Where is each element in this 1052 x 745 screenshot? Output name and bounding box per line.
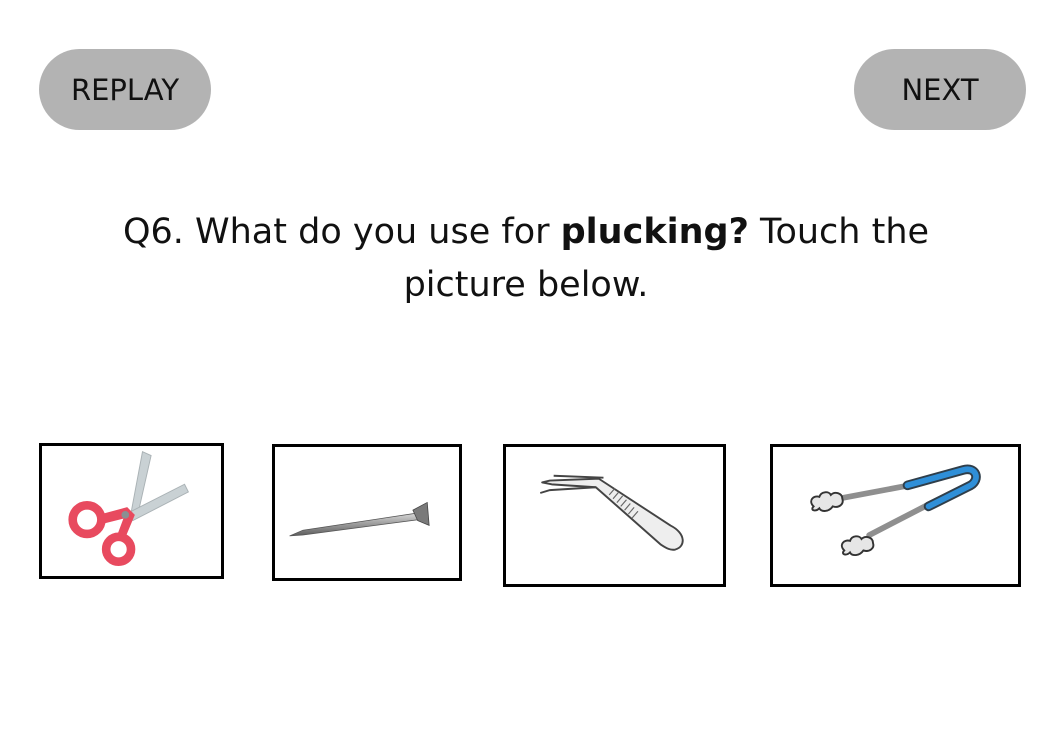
- tongs-icon: [810, 464, 981, 556]
- choice-tweezers[interactable]: [503, 444, 726, 587]
- choice-tongs[interactable]: [770, 444, 1021, 587]
- question-prefix: Q6. What do you use for: [122, 212, 561, 252]
- replay-button-label: REPLAY: [70, 72, 180, 107]
- next-button[interactable]: NEXT: [854, 49, 1026, 130]
- question-text: Q6. What do you use for plucking? Touch …: [80, 206, 972, 312]
- choice-nail[interactable]: [272, 444, 462, 581]
- nail-icon: [289, 501, 430, 537]
- scissors-icon: [68, 451, 190, 566]
- tweezers-icon: [539, 474, 684, 551]
- next-button-label: NEXT: [901, 72, 979, 107]
- question-keyword: plucking?: [560, 212, 749, 252]
- replay-button[interactable]: REPLAY: [39, 49, 211, 130]
- choice-scissors[interactable]: [39, 443, 224, 579]
